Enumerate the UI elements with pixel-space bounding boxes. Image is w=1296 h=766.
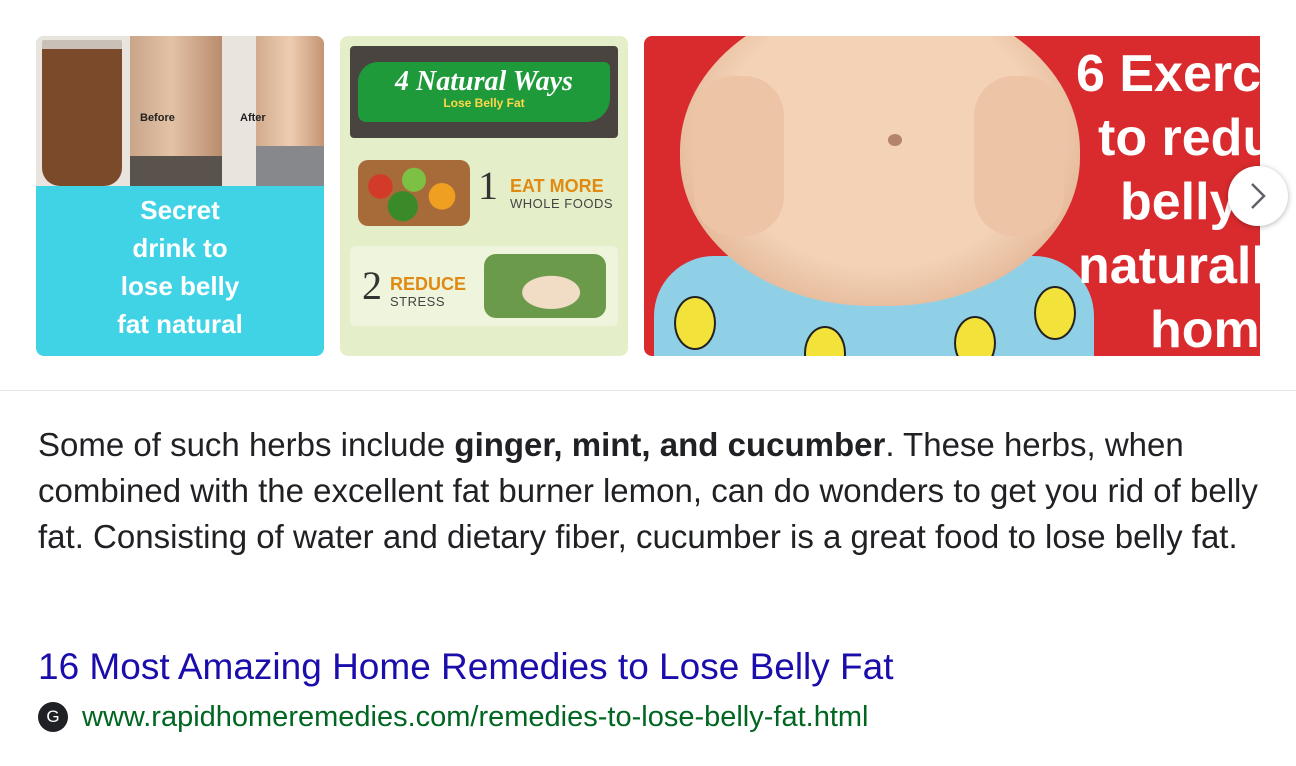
- thumb-caption: Secret drink to lose belly fat natural: [36, 191, 324, 343]
- title-banner: 4 Natural Ways Lose Belly Fat: [350, 46, 618, 138]
- right-hand-illustration: [974, 76, 1064, 236]
- banner-subtitle: Lose Belly Fat: [443, 96, 525, 110]
- pineapple-pattern: [954, 316, 996, 356]
- step-subheading: WHOLE FOODS: [510, 196, 614, 211]
- snippet-bold-text: ginger, mint, and cucumber: [454, 426, 886, 463]
- carousel-image-exercises[interactable]: 6 Exerc to redu belly naturall hom: [644, 36, 1260, 356]
- pineapple-pattern: [674, 296, 716, 350]
- section-divider: [0, 390, 1296, 391]
- overlay-line: naturall: [1078, 237, 1260, 295]
- pineapple-pattern: [1034, 286, 1076, 340]
- carousel-image-secret-drink[interactable]: Before After Secret drink to lose belly …: [36, 36, 324, 356]
- favicon-icon: G: [38, 702, 68, 732]
- after-pants-image: [256, 146, 324, 186]
- result-url-row[interactable]: G www.rapidhomeremedies.com/remedies-to-…: [38, 700, 869, 734]
- meditation-image: [484, 254, 606, 318]
- step-row-1: 1 EAT MORE WHOLE FOODS: [350, 152, 618, 232]
- carousel-image-natural-ways[interactable]: 4 Natural Ways Lose Belly Fat 1 EAT MORE…: [340, 36, 628, 356]
- step-row-2: 2 REDUCE STRESS: [350, 246, 618, 326]
- result-url[interactable]: www.rapidhomeremedies.com/remedies-to-lo…: [82, 701, 869, 734]
- after-label: After: [240, 112, 266, 124]
- vegetable-basket-image: [358, 160, 470, 226]
- before-after-photo: Before After: [36, 36, 324, 186]
- step-number: 1: [478, 163, 498, 208]
- chevron-right-icon: [1251, 183, 1266, 209]
- banner-title: 4 Natural Ways: [395, 66, 573, 97]
- caption-line: fat natural: [117, 309, 243, 339]
- left-hand-illustration: [694, 76, 784, 236]
- snippet-text: Some of such herbs include ginger, mint,…: [38, 422, 1263, 560]
- overlay-line: hom: [1150, 301, 1260, 356]
- step-subheading: STRESS: [390, 294, 446, 309]
- result-title-link[interactable]: 16 Most Amazing Home Remedies to Lose Be…: [38, 646, 894, 688]
- step-heading: EAT MORE: [510, 176, 604, 196]
- step-heading: REDUCE: [390, 274, 467, 294]
- overlay-line: 6 Exerc: [1076, 45, 1260, 103]
- caption-line: lose belly: [120, 271, 240, 301]
- pineapple-pattern: [804, 326, 846, 356]
- snippet-text-start: Some of such herbs include: [38, 426, 455, 463]
- caption-line: Secret: [140, 195, 220, 225]
- featured-snippet-card: Before After Secret drink to lose belly …: [0, 0, 1296, 766]
- image-carousel: Before After Secret drink to lose belly …: [36, 36, 1260, 356]
- before-label: Before: [140, 112, 175, 124]
- step-number: 2: [362, 263, 382, 308]
- carousel-next-button[interactable]: [1228, 166, 1288, 226]
- caption-line: drink to: [132, 233, 228, 263]
- navel-illustration: [888, 134, 902, 146]
- drink-glass-image: [42, 40, 122, 186]
- before-pants-image: [130, 156, 222, 186]
- overlay-line: to redu: [1098, 109, 1260, 167]
